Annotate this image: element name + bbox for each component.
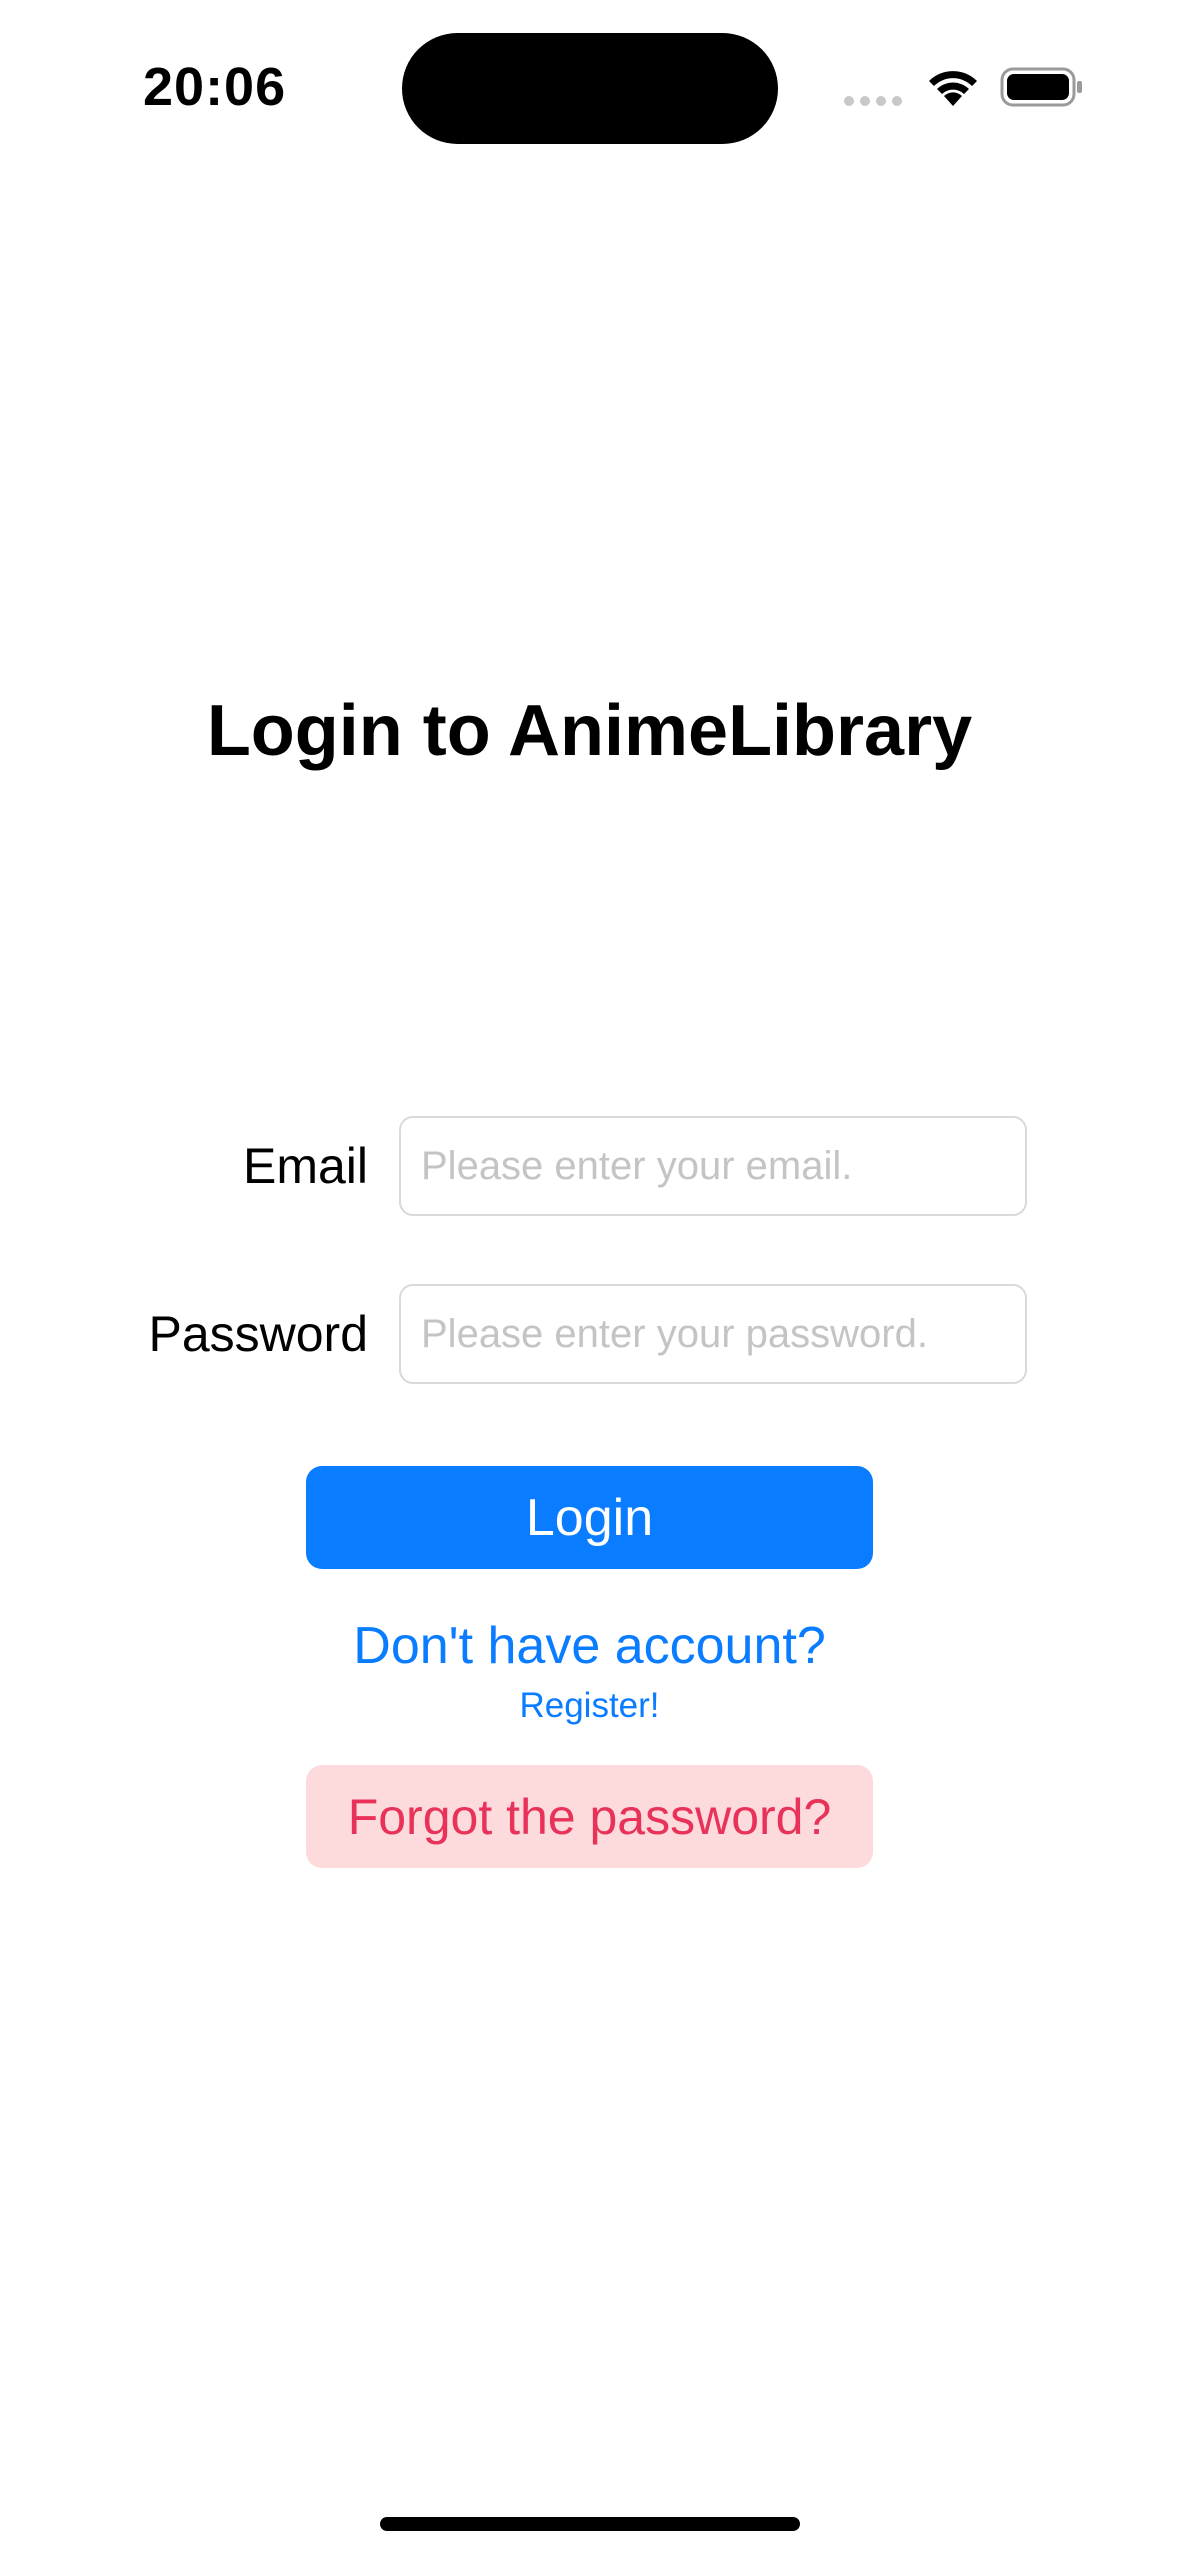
register-link[interactable]: Don't have account? Register! <box>0 1610 1179 1730</box>
status-time: 20:06 <box>143 57 287 117</box>
password-label: Password <box>148 1306 368 1362</box>
password-field[interactable] <box>399 1284 1027 1384</box>
email-label: Email <box>242 1138 368 1194</box>
wifi-icon <box>925 66 981 113</box>
register-label: Register! <box>519 1686 660 1725</box>
email-field[interactable] <box>399 1116 1027 1216</box>
page-title: Login to AnimeLibrary <box>206 691 973 771</box>
battery-icon <box>1000 66 1084 113</box>
login-button[interactable]: Login <box>306 1466 873 1569</box>
forgot-password-button[interactable]: Forgot the password? <box>306 1765 873 1868</box>
cellular-signal-icon <box>844 96 902 106</box>
dynamic-island <box>402 33 778 144</box>
home-indicator[interactable] <box>380 2517 800 2531</box>
register-prompt: Don't have account? <box>353 1617 826 1675</box>
